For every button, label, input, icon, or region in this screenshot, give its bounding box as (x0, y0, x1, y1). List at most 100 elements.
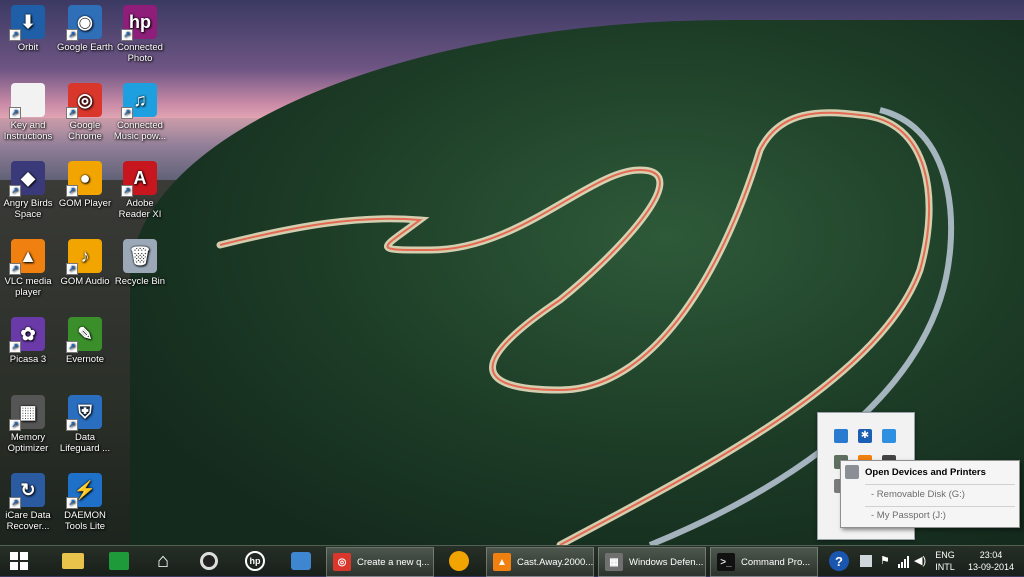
shortcut-arrow-icon: ↗ (66, 419, 78, 431)
home-button[interactable]: ⌂ (148, 548, 178, 574)
desktop-icon-daemon-tools[interactable]: ⚡ ↗ DAEMON Tools Lite (57, 473, 113, 532)
desktop-icon-key-and-instructions[interactable]: ↗ Key and Instructions (0, 83, 56, 142)
task-label: Cast.Away.2000... (517, 556, 594, 568)
gom-player-button[interactable] (442, 548, 476, 574)
desktop-icon-label: Google Earth (57, 42, 113, 53)
desktop-icon-label: Memory Optimizer (7, 432, 49, 454)
task-label: Create a new q... (357, 556, 430, 568)
desktop-icon-label: Orbit (17, 42, 39, 53)
recycle-bin-icon: 🗑 (123, 239, 157, 273)
desktop-icon-recycle-bin[interactable]: 🗑 Recycle Bin (112, 239, 168, 287)
desktop-icon-label: Recycle Bin (114, 276, 166, 287)
task-label: Command Pro... (741, 556, 811, 568)
system-clock[interactable]: 23:04 13-09-2014 (963, 549, 1019, 573)
printer-icon (845, 465, 859, 479)
key-and-instructions-icon: ↗ (9, 83, 45, 119)
desktop-icon-label: Data Lifeguard ... (59, 432, 111, 454)
desktop-icon-adobe-reader[interactable]: A ↗ Adobe Reader XI (112, 161, 168, 220)
desktop-icon-label: DAEMON Tools Lite (64, 510, 106, 532)
shortcut-arrow-icon: ↗ (9, 419, 21, 431)
adobe-reader-icon: A ↗ (121, 161, 157, 197)
shortcut-arrow-icon: ↗ (9, 497, 21, 509)
task-vlc[interactable]: ▲ Cast.Away.2000... (486, 547, 594, 577)
task-chrome[interactable]: ◎ Create a new q... (326, 547, 434, 577)
desktop-icon-label: GOM Player (58, 198, 112, 209)
gom-player-icon (449, 551, 469, 571)
daemon-tools-icon (291, 552, 311, 570)
desktop-icon-label: Google Chrome (68, 120, 102, 142)
task-windows-defender[interactable]: ▦ Windows Defen... (598, 547, 706, 577)
google-earth-icon: ◉ ↗ (66, 5, 102, 41)
folder-icon (62, 553, 84, 569)
desktop-icon-label: GOM Audio (60, 276, 110, 287)
command-prompt-icon: >_ (717, 553, 735, 571)
task-command-prompt[interactable]: >_ Command Pro... (710, 547, 818, 577)
start-button[interactable] (6, 548, 32, 574)
desktop-icon-evernote[interactable]: ✎ ↗ Evernote (57, 317, 113, 365)
desktop-icon-label: iCare Data Recover... (5, 510, 51, 532)
desktop-icon-picasa[interactable]: ✿ ↗ Picasa 3 (0, 317, 56, 365)
evernote-icon: ✎ ↗ (66, 317, 102, 353)
menu-separator (865, 484, 1015, 485)
desktop-icon-orbit[interactable]: ⬇ ↗ Orbit (0, 5, 56, 53)
show-hidden-icons-button[interactable] (860, 555, 872, 567)
shortcut-arrow-icon: ↗ (66, 497, 78, 509)
desktop-icon-angry-birds-space[interactable]: ◆ ↗ Angry Birds Space (0, 161, 56, 220)
action-center-flag-icon[interactable]: ⚑ (880, 555, 892, 567)
desktop-icon-google-earth[interactable]: ◉ ↗ Google Earth (57, 5, 113, 53)
shortcut-arrow-icon: ↗ (66, 263, 78, 275)
desktop-icon-data-lifeguard[interactable]: ⛨ ↗ Data Lifeguard ... (57, 395, 113, 454)
network-signal-icon[interactable] (898, 555, 910, 568)
shortcut-arrow-icon: ↗ (121, 29, 133, 41)
shortcut-arrow-icon: ↗ (9, 185, 21, 197)
desktop-icon-label: Connected Music pow... (113, 120, 167, 142)
gom-player-icon: ● ↗ (66, 161, 102, 197)
input-language-indicator[interactable]: ENG INTL (928, 549, 962, 573)
shortcut-arrow-icon: ↗ (9, 263, 21, 275)
desktop-icon-gom-audio[interactable]: ♪ ↗ GOM Audio (57, 239, 113, 287)
eject-my-passport-item[interactable]: - My Passport (J:) (871, 507, 946, 525)
google-chrome-icon: ◎ ↗ (66, 83, 102, 119)
store-icon (109, 552, 129, 570)
desktop-icon-google-chrome[interactable]: ◎ ↗ Google Chrome (57, 83, 113, 142)
desktop-icon-label: Adobe Reader XI (118, 198, 162, 220)
volume-icon[interactable]: ◀) (914, 555, 926, 567)
help-button[interactable]: ? (826, 548, 852, 574)
gom-audio-icon: ♪ ↗ (66, 239, 102, 275)
store-button[interactable] (104, 548, 134, 574)
desktop-icon-vlc-media-player[interactable]: ▲ ↗ VLC media player (0, 239, 56, 298)
open-devices-and-printers-item[interactable]: Open Devices and Printers (865, 464, 986, 482)
shortcut-arrow-icon: ↗ (121, 185, 133, 197)
hp-app-button[interactable]: hp (240, 548, 270, 574)
desktop-icon-label: Evernote (65, 354, 105, 365)
daemon-tools-button[interactable] (286, 548, 316, 574)
icare-data-recovery-icon: ↻ ↗ (9, 473, 45, 509)
eject-removable-disk-item[interactable]: - Removable Disk (G:) (871, 486, 965, 504)
hp-icon: hp (245, 551, 265, 571)
language-label: ENG (935, 550, 955, 560)
daemon-tools-icon: ⚡ ↗ (66, 473, 102, 509)
memory-optimizer-icon: ▦ ↗ (9, 395, 45, 431)
keyboard-layout-label: INTL (935, 562, 955, 572)
shortcut-arrow-icon: ↗ (66, 341, 78, 353)
picasa-icon: ✿ ↗ (9, 317, 45, 353)
camera-icon (200, 552, 218, 570)
desktop-icon-icare-data-recovery[interactable]: ↻ ↗ iCare Data Recover... (0, 473, 56, 532)
shortcut-arrow-icon: ↗ (121, 107, 133, 119)
camera-app-button[interactable] (194, 548, 224, 574)
shortcut-arrow-icon: ↗ (9, 341, 21, 353)
desktop-icon-connected-music[interactable]: ♫ ↗ Connected Music pow... (112, 83, 168, 142)
shortcut-arrow-icon: ↗ (66, 29, 78, 41)
desktop-icon-memory-optimizer[interactable]: ▦ ↗ Memory Optimizer (0, 395, 56, 454)
home-icon: ⌂ (156, 549, 170, 572)
file-explorer-button[interactable] (58, 548, 88, 574)
shortcut-arrow-icon: ↗ (9, 29, 21, 41)
desktop-icon-connected-photo[interactable]: hp ↗ Connected Photo (112, 5, 168, 64)
network-app-icon[interactable] (834, 429, 848, 443)
snowflake-app-icon[interactable] (882, 429, 896, 443)
desktop-icon-label: Angry Birds Space (3, 198, 53, 220)
desktop-icon-gom-player[interactable]: ● ↗ GOM Player (57, 161, 113, 209)
clock-time: 23:04 (979, 550, 1003, 560)
bluetooth-icon[interactable]: ✱ (858, 429, 872, 443)
orbit-icon: ⬇ ↗ (9, 5, 45, 41)
